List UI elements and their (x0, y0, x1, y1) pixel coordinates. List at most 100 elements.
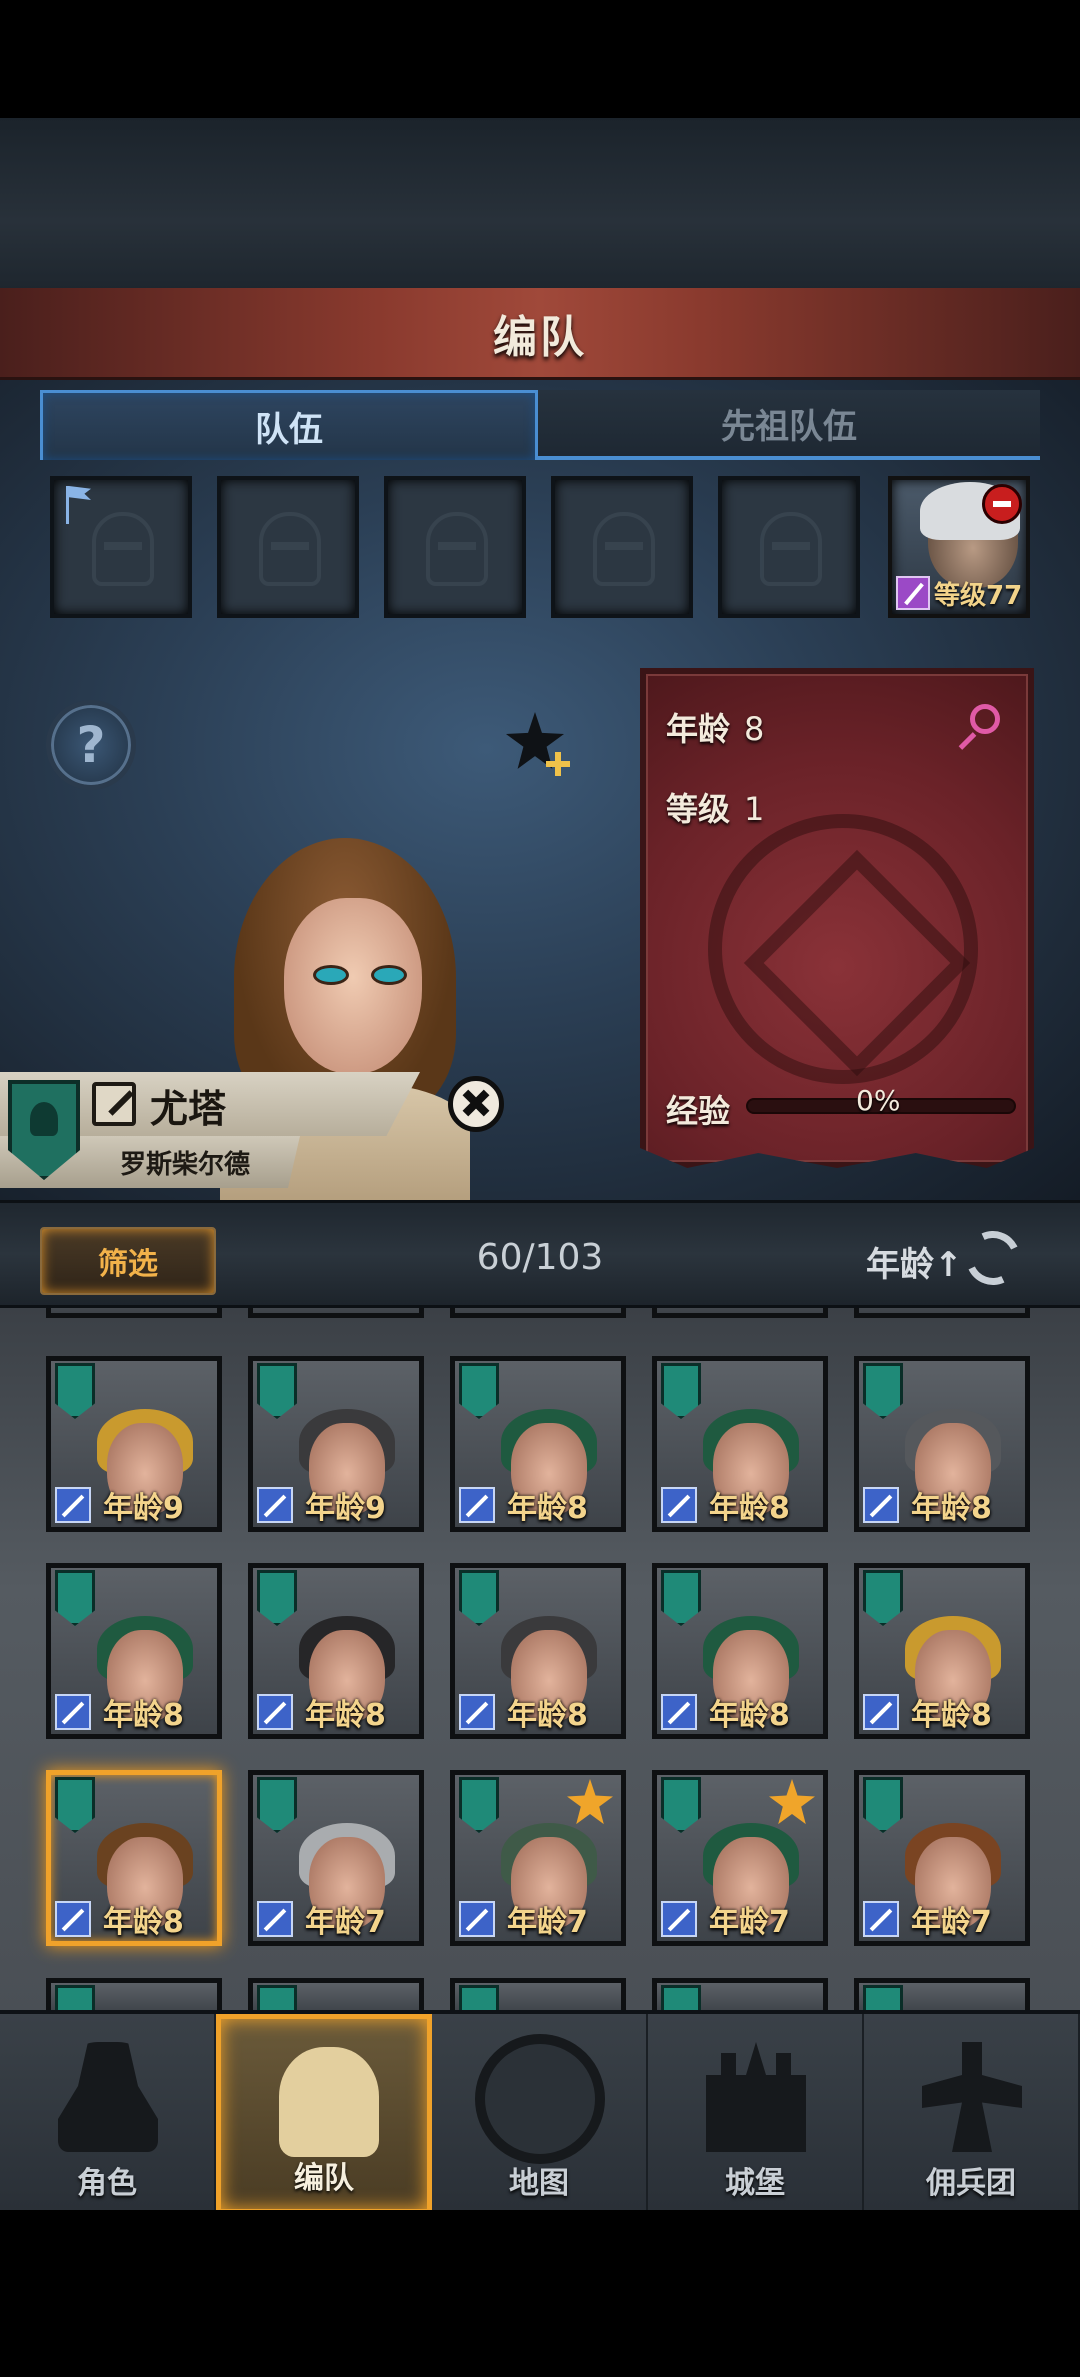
card-age: 年龄7 (507, 1905, 588, 1940)
mercenary-icon (922, 2042, 1022, 2152)
filter-bar: 筛选 60/103 年龄↑ (0, 1200, 1080, 1308)
roster-card[interactable]: 年龄9 (46, 1356, 222, 1532)
card-age: 年龄8 (911, 1698, 992, 1733)
roster-card[interactable]: 年龄7 (248, 1770, 424, 1946)
team-slot-2[interactable] (217, 476, 359, 618)
help-icon[interactable]: ? (46, 700, 136, 790)
navigation-bar (0, 2210, 1080, 2377)
sword-class-icon (55, 1694, 91, 1730)
empty-helmet-icon (259, 512, 321, 586)
card-age: 年龄8 (305, 1698, 386, 1733)
filter-button[interactable]: 筛选 (40, 1227, 216, 1295)
roster-card[interactable]: 年龄8 (652, 1356, 828, 1532)
tab-team[interactable]: 队伍 (40, 390, 538, 460)
nav-label: 地图 (509, 2166, 569, 2201)
card-age: 年龄9 (305, 1491, 386, 1526)
roster-card[interactable] (46, 1308, 222, 1318)
roster-card[interactable]: 年龄9 (248, 1356, 424, 1532)
roster-card[interactable]: 年龄8 (450, 1563, 626, 1739)
card-age: 年龄7 (709, 1905, 790, 1940)
roster-count: 60/103 (476, 1237, 604, 1278)
house-crest-icon (863, 1570, 903, 1626)
sword-class-icon (459, 1487, 495, 1523)
roster-card[interactable] (46, 1978, 222, 2010)
empty-helmet-icon (760, 512, 822, 586)
team-slot-3[interactable] (384, 476, 526, 618)
house-crest-icon (55, 1570, 95, 1626)
team-slot-5[interactable] (718, 476, 860, 618)
roster-card[interactable] (248, 1308, 424, 1318)
nav-item-formation[interactable]: 编队 (216, 2014, 432, 2214)
sword-class-icon (863, 1487, 899, 1523)
sword-class-icon (55, 1901, 91, 1937)
knight-icon (58, 2042, 158, 2152)
roster-card[interactable]: 年龄8 (854, 1356, 1030, 1532)
card-age: 年龄8 (103, 1905, 184, 1940)
celtic-knot-emblem (708, 814, 978, 1084)
female-icon (970, 704, 1000, 734)
status-bar (0, 0, 1080, 118)
nav-item-character[interactable]: 角色 (0, 2014, 216, 2214)
nav-label: 角色 (77, 2166, 137, 2201)
empty-helmet-icon (593, 512, 655, 586)
close-icon[interactable] (448, 1076, 504, 1132)
nav-item-mercenary[interactable]: 佣兵团 (864, 2014, 1080, 2214)
nav-label: 城堡 (725, 2166, 785, 2201)
edit-icon[interactable] (92, 1082, 136, 1126)
roster-card[interactable]: 年龄7 (652, 1770, 828, 1946)
roster-card[interactable] (652, 1978, 828, 2010)
roster-card[interactable]: 年龄8 (248, 1563, 424, 1739)
nav-item-castle[interactable]: 城堡 (648, 2014, 864, 2214)
character-name: 尤塔 (150, 1087, 227, 1131)
name-plate: 罗斯柴尔德 尤塔 (0, 1072, 420, 1192)
roster-card[interactable] (652, 1308, 828, 1318)
card-age: 年龄8 (507, 1491, 588, 1526)
nav-label: 编队 (294, 2161, 354, 2196)
house-crest-icon (257, 1777, 297, 1833)
house-crest-icon (661, 1985, 701, 2010)
tab-ancestor-team[interactable]: 先祖队伍 (538, 390, 1040, 460)
roster-card[interactable]: 年龄8 (46, 1770, 222, 1946)
roster-card[interactable]: 年龄8 (854, 1563, 1030, 1739)
roster-card[interactable] (854, 1978, 1030, 2010)
roster-card[interactable]: 年龄8 (450, 1356, 626, 1532)
house-crest-icon (257, 1363, 297, 1419)
refresh-icon[interactable] (958, 1223, 1028, 1293)
card-age: 年龄8 (911, 1491, 992, 1526)
roster-card[interactable] (450, 1978, 626, 2010)
card-age: 年龄8 (103, 1698, 184, 1733)
level-row: 等级 1 (666, 790, 765, 828)
remove-icon[interactable] (982, 484, 1022, 524)
sword-class-icon (55, 1487, 91, 1523)
roster-card[interactable]: 年龄8 (46, 1563, 222, 1739)
empty-helmet-icon (426, 512, 488, 586)
sword-class-icon (661, 1901, 697, 1937)
star-add-icon[interactable] (506, 712, 572, 778)
sword-class-icon (257, 1901, 293, 1937)
roster-card[interactable] (450, 1308, 626, 1318)
team-slot-4[interactable] (551, 476, 693, 618)
roster-card[interactable]: 年龄8 (652, 1563, 828, 1739)
roster-card[interactable]: 年龄7 (450, 1770, 626, 1946)
roster-card[interactable] (854, 1308, 1030, 1318)
sort-button[interactable]: 年龄↑ (866, 1237, 963, 1286)
sword-class-icon (661, 1487, 697, 1523)
house-crest-icon (863, 1985, 903, 2010)
sword-class-icon (257, 1694, 293, 1730)
sword-class-icon (257, 1487, 293, 1523)
house-crest-icon (863, 1777, 903, 1833)
house-crest-icon (459, 1570, 499, 1626)
star-icon (567, 1779, 613, 1825)
sword-class-icon (661, 1694, 697, 1730)
roster-grid: 年龄9 年龄9 年龄8 年龄8 年龄8 年龄8 年龄8 年龄8 年龄8 年龄8 年龄8 年龄7 年龄7 年… (0, 1308, 1080, 2010)
team-slot-hero[interactable]: 等级77 (888, 476, 1030, 618)
star-icon (769, 1779, 815, 1825)
roster-card[interactable] (248, 1978, 424, 2010)
sword-class-icon (459, 1694, 495, 1730)
house-crest-icon (661, 1363, 701, 1419)
team-slot-1[interactable] (50, 476, 192, 618)
hero-level: 等级77 (934, 581, 1023, 611)
nav-item-map[interactable]: 地图 (432, 2014, 648, 2214)
card-age: 年龄8 (507, 1698, 588, 1733)
roster-card[interactable]: 年龄7 (854, 1770, 1030, 1946)
